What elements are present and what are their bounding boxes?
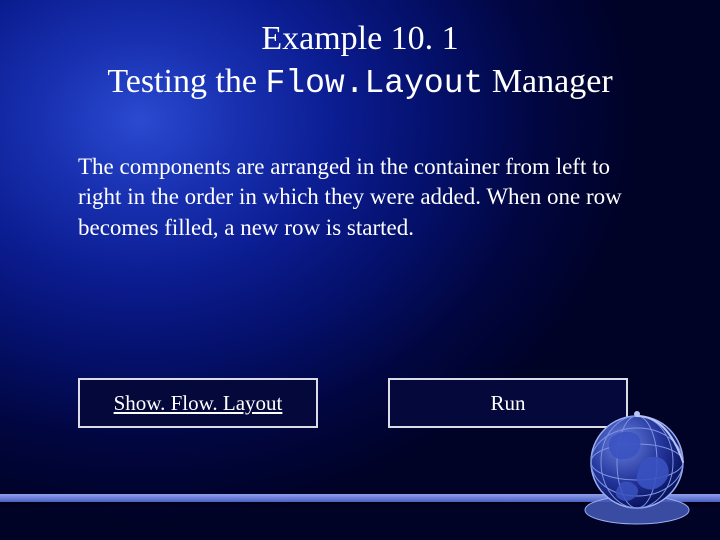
slide-body: The components are arranged in the conta… [78,152,638,243]
title-line-1: Example 10. 1 [0,18,720,61]
title-line-2: Testing the Flow.Layout Manager [0,61,720,104]
title-post: Manager [483,63,612,100]
slide: Example 10. 1 Testing the Flow.Layout Ma… [0,0,720,540]
slide-title: Example 10. 1 Testing the Flow.Layout Ma… [0,18,720,104]
title-pre: Testing the [107,63,265,100]
run-label: Run [490,391,525,416]
show-flow-layout-button[interactable]: Show. Flow. Layout [78,378,318,428]
button-row: Show. Flow. Layout Run [78,378,628,428]
globe-icon [572,402,702,532]
show-flow-layout-label: Show. Flow. Layout [114,391,283,416]
title-code: Flow.Layout [265,65,483,102]
